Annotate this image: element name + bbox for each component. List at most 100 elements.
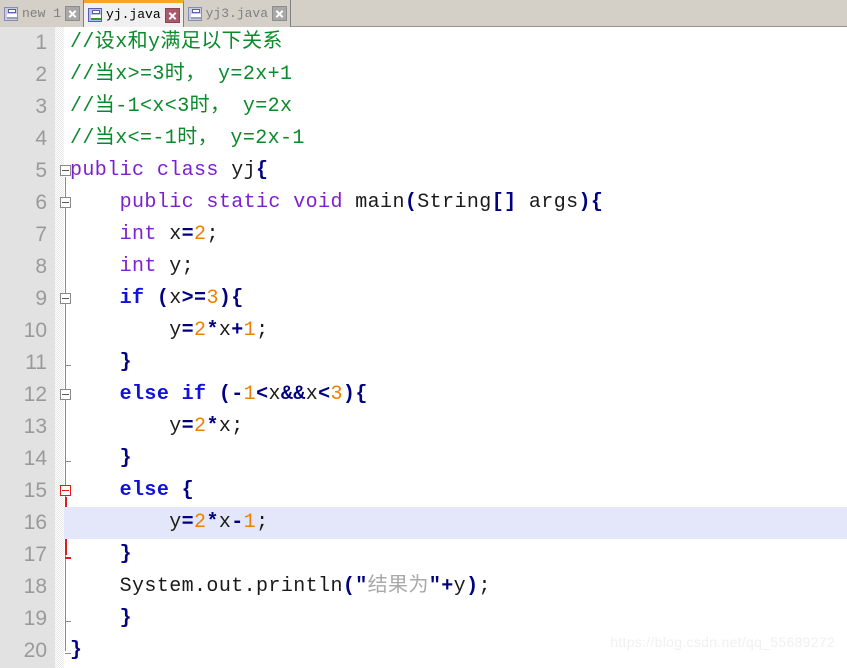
token-op: (" xyxy=(342,575,368,598)
token-kw2: else xyxy=(119,479,170,502)
token-op: = xyxy=(181,319,195,342)
code-line[interactable]: 19 } xyxy=(0,603,847,635)
token-kw: public class xyxy=(70,159,232,182)
token-op: { xyxy=(181,479,195,502)
line-content: y=2*x+1; xyxy=(70,315,268,347)
editor-window: new 1 yj.java yj3.java 1 //设x和y满足以下关系 2 //当x>… xyxy=(0,0,847,668)
code-line[interactable]: 16 y=2*x-1; xyxy=(0,507,847,539)
line-number: 19 xyxy=(23,607,47,630)
code-line[interactable]: 13 y=2*x; xyxy=(0,411,847,443)
line-content: else if (-1<x&&x<3){ xyxy=(70,379,368,411)
token-op: } xyxy=(119,607,133,630)
line-number: 6 xyxy=(35,191,47,214)
token-cmt: //当-1<x<3时， y=2x xyxy=(70,95,293,118)
code-line[interactable]: 2 //当x>=3时， y=2x+1 xyxy=(0,59,847,91)
code-line[interactable]: 8 int y; xyxy=(0,251,847,283)
token-pln xyxy=(70,191,120,214)
token-op: = xyxy=(181,511,195,534)
line-number: 7 xyxy=(35,223,47,246)
token-pln: args xyxy=(516,191,579,214)
token-op: ) xyxy=(578,191,591,214)
token-op: { xyxy=(590,191,604,214)
line-content: System.out.println("结果为"+y); xyxy=(70,571,491,603)
token-pln: x xyxy=(156,223,182,246)
token-kw2: if xyxy=(119,287,145,310)
token-op: ( xyxy=(404,191,418,214)
token-pln xyxy=(206,383,218,406)
token-pln xyxy=(70,287,120,310)
token-pln xyxy=(169,479,181,502)
close-icon[interactable] xyxy=(272,6,288,21)
token-op: && xyxy=(280,383,306,406)
token-cmt: //设x和y满足以下关系 xyxy=(70,31,283,54)
token-op: = xyxy=(181,223,195,246)
code-line[interactable]: 9 if (x>=3){ xyxy=(0,283,847,315)
code-line[interactable]: 6 public static void main(String[] args)… xyxy=(0,187,847,219)
code-line[interactable]: 7 int x=2; xyxy=(0,219,847,251)
line-content: //当-1<x<3时， y=2x xyxy=(70,91,292,123)
line-number: 14 xyxy=(23,447,47,470)
close-icon[interactable] xyxy=(164,7,180,23)
token-op: = xyxy=(181,415,195,438)
code-line[interactable]: 3 //当-1<x<3时， y=2x xyxy=(0,91,847,123)
token-pln xyxy=(70,255,120,278)
tab-bar-empty-area xyxy=(291,0,847,27)
tab-bar: new 1 yj.java yj3.java xyxy=(0,0,847,27)
tab-yj3-java[interactable]: yj3.java xyxy=(183,0,292,27)
token-op: } xyxy=(70,639,83,662)
tab-new-1[interactable]: new 1 xyxy=(0,0,85,27)
line-number: 20 xyxy=(23,639,47,662)
token-op: [] xyxy=(491,191,517,214)
code-line[interactable]: 1 //设x和y满足以下关系 xyxy=(0,27,847,59)
token-pln: ; xyxy=(478,575,491,598)
line-number: 9 xyxy=(35,287,47,310)
line-number: 11 xyxy=(25,351,47,374)
token-pln: y xyxy=(70,319,182,342)
code-lines[interactable]: 1 //设x和y满足以下关系 2 //当x>=3时， y=2x+1 3 //当-1<x<3… xyxy=(0,27,847,668)
code-line[interactable]: 12 else if (-1<x&&x<3){ xyxy=(0,379,847,411)
code-line[interactable]: 5 public class yj{ xyxy=(0,155,847,187)
line-content: //设x和y满足以下关系 xyxy=(70,27,283,59)
tab-yj-java[interactable]: yj.java xyxy=(84,0,184,27)
token-num2: 2 xyxy=(194,511,207,534)
line-number: 18 xyxy=(23,575,47,598)
token-op: * xyxy=(206,415,219,438)
line-content: public static void main(String[] args){ xyxy=(70,187,603,219)
token-pln xyxy=(70,447,120,470)
close-icon[interactable] xyxy=(65,6,81,21)
token-pln: x xyxy=(305,383,319,406)
line-number: 12 xyxy=(23,383,47,406)
line-content: } xyxy=(70,635,82,667)
line-content: //当x>=3时， y=2x+1 xyxy=(70,59,292,91)
token-op: >= xyxy=(181,287,207,310)
line-content: else { xyxy=(70,475,194,507)
line-content: //当x<=-1时， y=2x-1 xyxy=(70,123,305,155)
line-content: y=2*x; xyxy=(70,411,244,443)
code-line[interactable]: 10 y=2*x+1; xyxy=(0,315,847,347)
line-number: 5 xyxy=(35,159,47,182)
code-line[interactable]: 15 else { xyxy=(0,475,847,507)
code-line[interactable]: 4 //当x<=-1时， y=2x-1 xyxy=(0,123,847,155)
floppy-disk-icon xyxy=(4,6,18,21)
token-op: " xyxy=(428,575,442,598)
line-number: 16 xyxy=(23,511,47,534)
line-content: int x=2; xyxy=(70,219,219,251)
token-op: ) xyxy=(218,287,232,310)
code-line[interactable]: 14 } xyxy=(0,443,847,475)
line-content: public class yj{ xyxy=(70,155,268,187)
code-line[interactable]: 17 } xyxy=(0,539,847,571)
token-op: + xyxy=(441,575,454,598)
code-line[interactable]: 11 } xyxy=(0,347,847,379)
code-editor[interactable]: 1 //设x和y满足以下关系 2 //当x>=3时， y=2x+1 3 //当-1<x<3… xyxy=(0,27,847,668)
token-num2: 1 xyxy=(243,319,257,342)
token-str: 结果为 xyxy=(367,575,429,598)
token-op: } xyxy=(119,447,133,470)
token-op: ) xyxy=(466,575,479,598)
token-pln: y xyxy=(70,415,182,438)
token-kw: int xyxy=(119,223,157,246)
token-kw2: else if xyxy=(119,383,207,406)
line-content: } xyxy=(70,539,132,571)
token-pln: y; xyxy=(156,255,195,278)
token-op: + xyxy=(231,319,244,342)
code-line[interactable]: 18 System.out.println("结果为"+y); xyxy=(0,571,847,603)
